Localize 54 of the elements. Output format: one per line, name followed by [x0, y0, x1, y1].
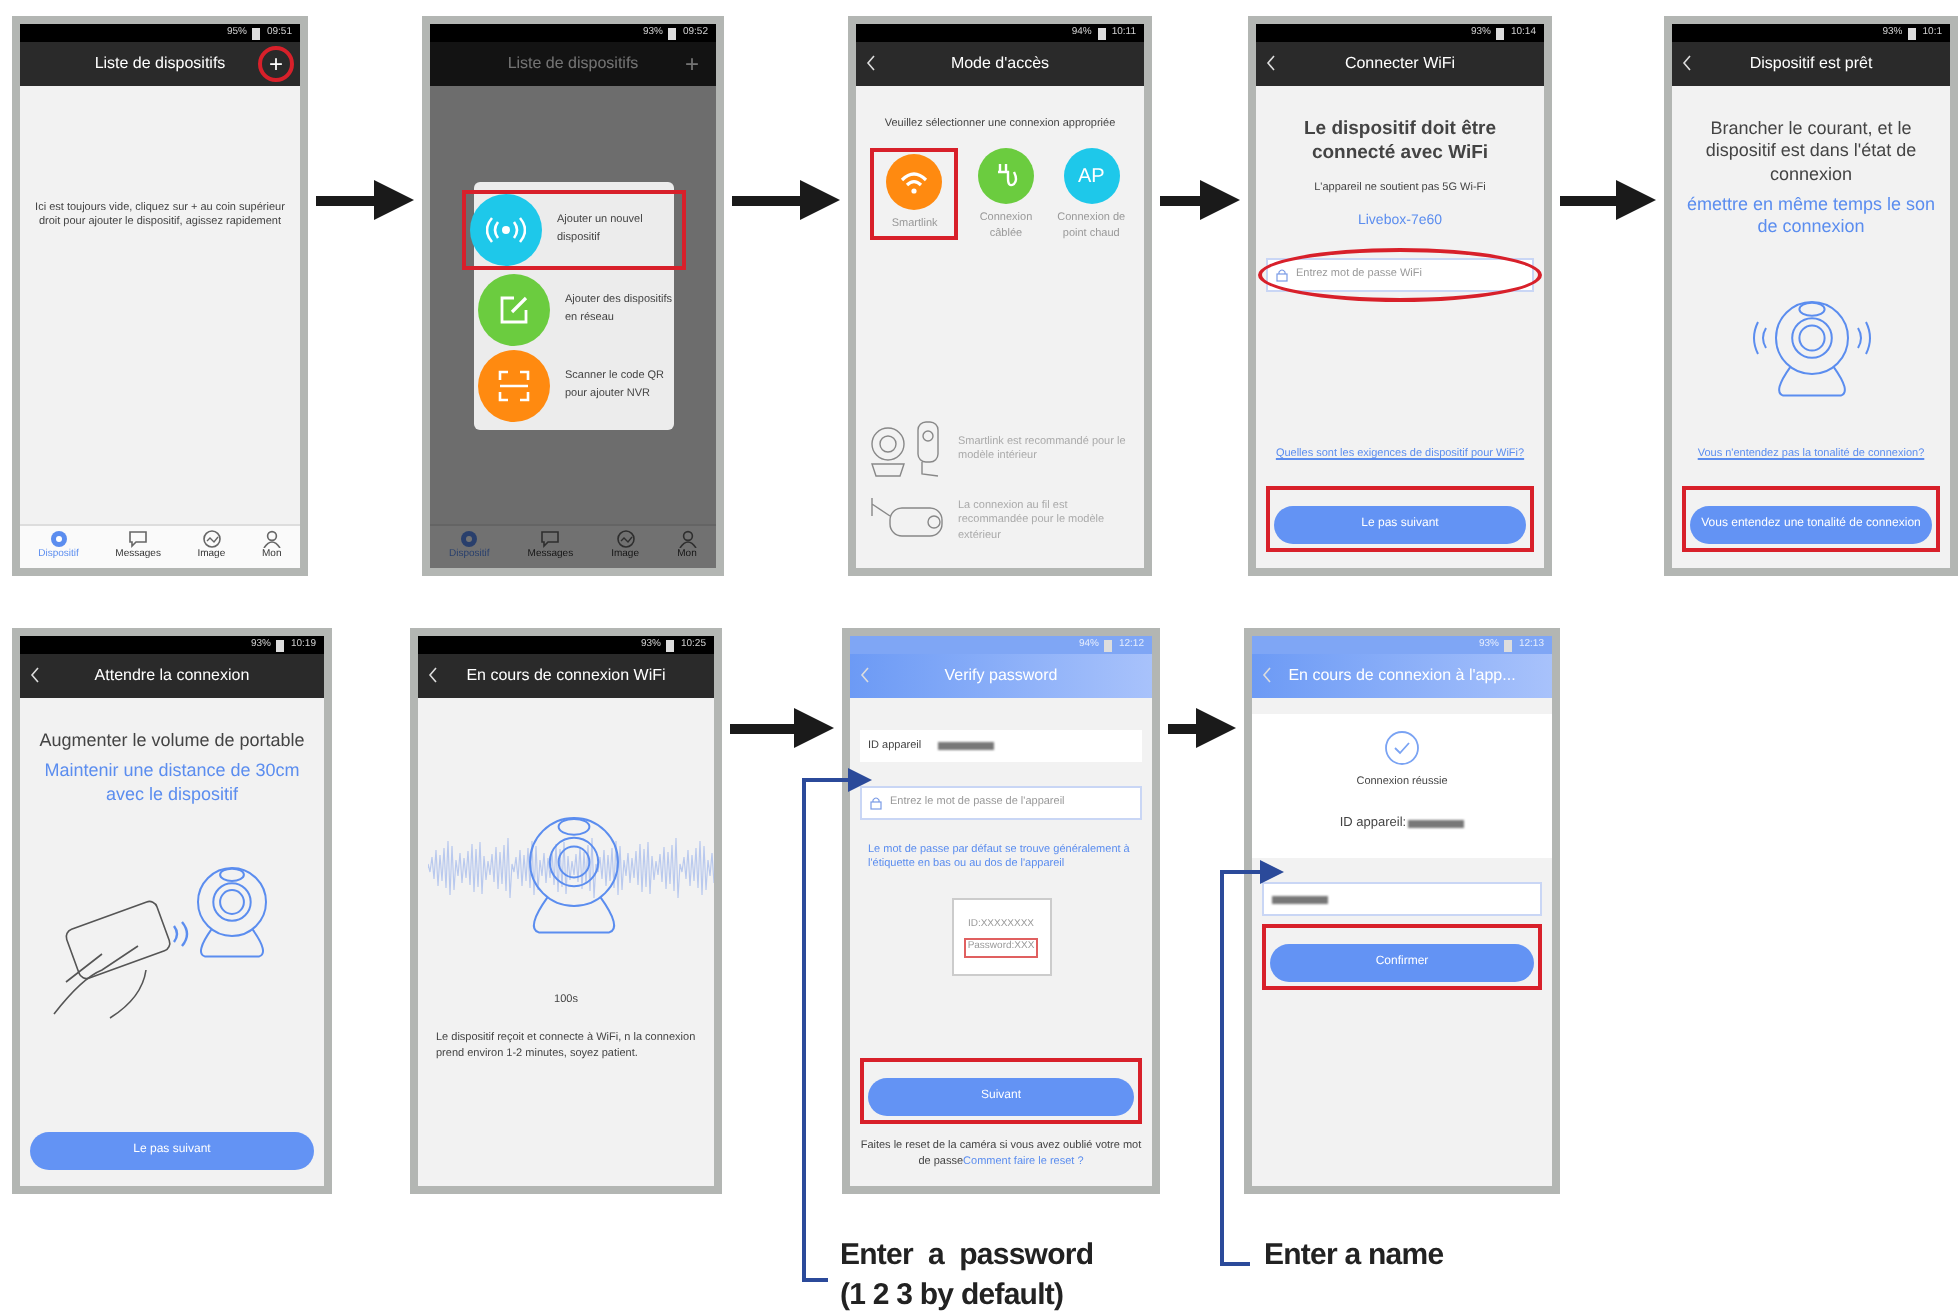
input-field[interactable] — [1262, 882, 1542, 916]
battery-icon — [668, 27, 677, 39]
blurred-value — [1408, 820, 1465, 829]
broadcast-icon — [485, 213, 525, 245]
image-icon — [201, 530, 222, 549]
add-button[interactable]: + — [674, 46, 710, 82]
battery-icon — [1104, 639, 1113, 651]
check-icon — [1384, 730, 1420, 766]
annotation-text: (1 2 3 by default) — [840, 1276, 1066, 1316]
heading: Le dispositif doit être connecté avec WiFi — [1301, 118, 1499, 166]
annotation-text: Enter a password — [840, 1236, 1094, 1276]
screen-title: En cours de connexion à l'app... — [1288, 664, 1516, 688]
chat-icon — [540, 530, 561, 549]
back-icon — [1262, 666, 1272, 684]
back-icon — [30, 666, 40, 684]
battery-icon — [1908, 27, 1917, 39]
blurred-value — [1272, 895, 1328, 903]
instruction-text: émettre en même temps le son de connexion — [1684, 193, 1938, 239]
chat-icon — [128, 530, 149, 549]
image-icon — [615, 530, 636, 549]
screen-title: Liste de dispositifs — [507, 52, 639, 76]
lock-icon — [1276, 267, 1288, 282]
back-icon — [1266, 54, 1276, 72]
battery-icon — [1097, 27, 1106, 39]
battery-icon — [1504, 639, 1513, 651]
back-icon — [1682, 54, 1692, 72]
back-icon — [860, 666, 870, 684]
screen-title: Mode d'accès — [950, 52, 1050, 76]
battery-icon — [252, 27, 261, 39]
screen-title: En cours de connexion WiFi — [466, 664, 666, 688]
screen-title: Verify password — [944, 664, 1058, 688]
lock-icon — [870, 796, 882, 810]
battery-icon — [1496, 27, 1505, 39]
person-icon — [261, 530, 282, 549]
camera-icon — [49, 530, 68, 549]
annotation-text: Enter a name — [1264, 1236, 1444, 1276]
back-icon — [866, 54, 876, 72]
screen-title: Dispositif est prêt — [1749, 52, 1873, 76]
screen-title: Connecter WiFi — [1344, 52, 1456, 76]
wifi-icon — [898, 168, 931, 197]
battery-icon — [666, 639, 675, 651]
camera-icon — [460, 530, 479, 549]
instruction-text: Augmenter le volume de portable — [37, 730, 307, 753]
screen-title: Liste de dispositifs — [94, 52, 226, 76]
back-icon — [428, 666, 438, 684]
scan-icon — [497, 369, 529, 401]
add-button[interactable]: + — [258, 46, 294, 82]
screen-title: Attendre la connexion — [94, 664, 250, 688]
blurred-value — [937, 742, 994, 750]
instruction-text: Maintenir une distance de 30cm avec le dispositif — [42, 760, 302, 806]
edit-icon — [497, 293, 529, 325]
person-icon — [677, 530, 697, 549]
instruction-text: Brancher le courant, et le dispositif est dans l'état de connexion — [1703, 118, 1919, 186]
battery-icon — [276, 639, 285, 651]
